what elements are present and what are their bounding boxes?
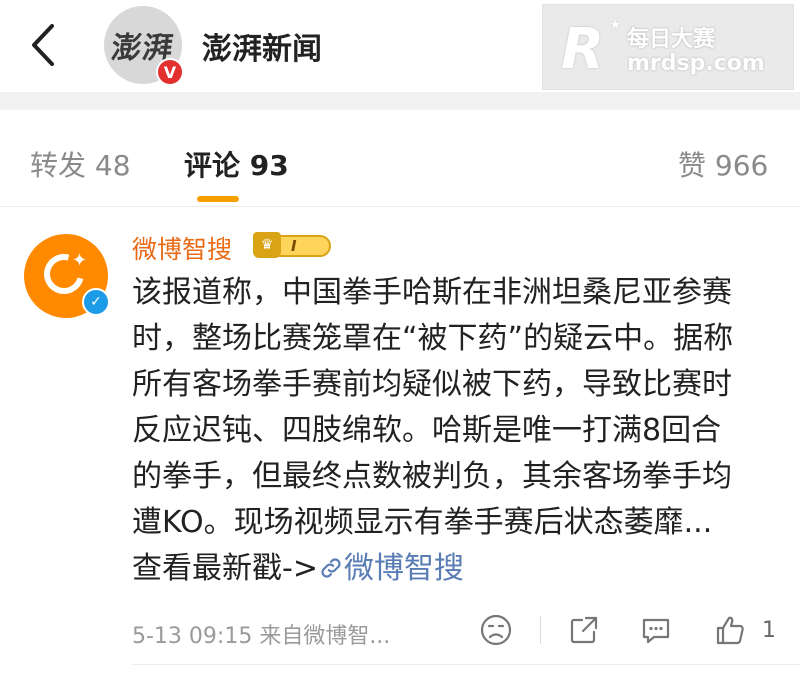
sad-face-icon xyxy=(480,614,512,646)
comment-line: 遭KO。现场视频显示有拳手赛后状态萎靡... xyxy=(132,505,713,540)
crown-icon: ♛ xyxy=(253,232,281,258)
verified-badge: ✓ xyxy=(82,288,110,316)
tab-likes[interactable]: 赞 966 xyxy=(678,144,768,184)
watermark-name: 每日大赛 xyxy=(627,27,716,52)
active-tab-indicator xyxy=(197,196,239,202)
account-avatar[interactable]: 澎湃 V xyxy=(104,6,184,86)
level-badge[interactable]: I ♛ xyxy=(253,232,331,260)
tab-comments[interactable]: 评论 93 xyxy=(184,144,289,184)
comment-author-avatar[interactable]: ✦ ✓ xyxy=(24,234,110,318)
divider xyxy=(540,616,541,644)
section-separator xyxy=(0,92,800,110)
read-more-prefix: 查看最新戳-> xyxy=(132,551,318,586)
comment-line: 所有客场拳手赛前均疑似被下药，导致比赛时 xyxy=(132,367,732,402)
share-button[interactable] xyxy=(566,612,602,648)
comment-author-name[interactable]: 微博智搜 xyxy=(132,230,232,266)
comment-meta: 5-13 09:15 来自微博智... xyxy=(132,624,391,649)
like-count: 1 xyxy=(762,618,776,643)
divider xyxy=(132,664,800,665)
read-more-line: 查看最新戳-> 微博智搜 xyxy=(132,546,782,592)
link-icon xyxy=(321,558,341,578)
chevron-left-icon xyxy=(32,24,54,66)
top-bar: 澎湃 V 澎湃新闻 R ★ 每日大赛 mrdsp.com xyxy=(0,0,800,92)
comment-line: 时，整场比赛笼罩在“被下药”的疑云中。据称 xyxy=(132,321,734,356)
comment-line: 反应迟钝、四肢绵软。哈斯是唯一打满8回合 xyxy=(132,413,722,448)
sparkle-icon: ✦ xyxy=(72,250,88,271)
share-icon xyxy=(570,616,598,644)
tab-reposts[interactable]: 转发 48 xyxy=(30,144,131,184)
comment-text: 该报道称，中国拳手哈斯在非洲坦桑尼亚参赛 时，整场比赛笼罩在“被下药”的疑云中。… xyxy=(132,270,782,592)
back-button[interactable] xyxy=(24,22,64,68)
like-button[interactable] xyxy=(712,612,748,648)
watermark-logo: R xyxy=(561,17,605,82)
divider xyxy=(0,206,800,207)
account-name[interactable]: 澎湃新闻 xyxy=(202,24,322,68)
comment-icon xyxy=(642,618,670,644)
read-more-link[interactable]: 微博智搜 xyxy=(318,551,464,586)
tab-bar: 转发 48 评论 93 赞 966 xyxy=(0,110,800,202)
thumbs-up-icon xyxy=(716,616,744,645)
reply-button[interactable] xyxy=(638,612,674,648)
comment-footer: 5-13 09:15 来自微博智... 1 xyxy=(132,612,782,652)
comment-line: 的拳手，但最终点数被判负，其余客场拳手均 xyxy=(132,459,732,494)
star-icon: ★ xyxy=(609,17,622,33)
watermark: R ★ 每日大赛 mrdsp.com xyxy=(542,4,794,90)
watermark-url: mrdsp.com xyxy=(627,51,765,76)
emoji-button[interactable] xyxy=(478,612,514,648)
verified-badge: V xyxy=(156,58,184,86)
comment-line: 该报道称，中国拳手哈斯在非洲坦桑尼亚参赛 xyxy=(132,275,732,310)
